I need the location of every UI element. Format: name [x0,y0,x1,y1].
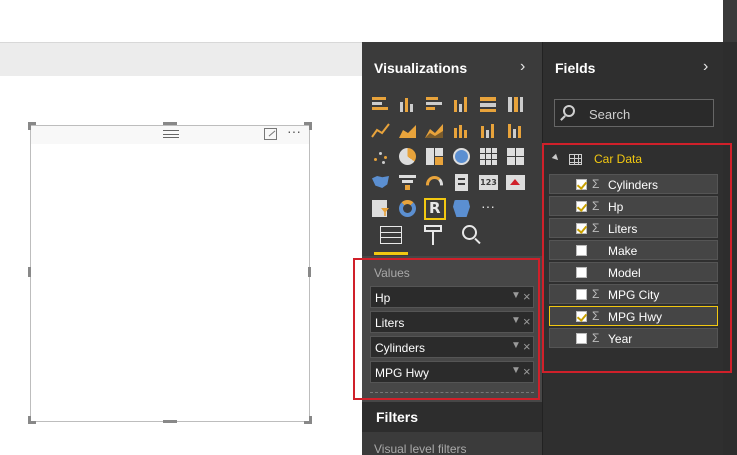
focus-mode-icon[interactable] [264,128,277,140]
more-options-icon[interactable]: ··· [287,123,301,139]
pie-chart-icon[interactable] [397,146,419,168]
search-input[interactable] [589,106,709,122]
table-visual-icon[interactable] [478,146,500,168]
filters-body: Visual level filters [362,432,542,455]
matrix-icon[interactable] [505,146,527,168]
stacked-bar-chart-icon[interactable] [370,94,392,116]
custom-visual-globe-icon[interactable] [451,198,473,220]
collapse-chevron-icon[interactable]: › [703,58,708,76]
scatter-chart-icon[interactable] [370,146,392,168]
100-percent-column-chart-icon[interactable] [505,94,527,116]
active-tab-indicator [374,252,408,255]
treemap-icon[interactable] [424,146,446,168]
fields-search[interactable] [554,99,714,127]
page-tabs-band [0,43,362,76]
ribbon-chart-icon[interactable] [505,120,527,142]
resize-handle-bottom-left[interactable] [28,416,36,424]
resize-handle-right[interactable] [308,267,311,277]
filters-header[interactable]: Filters [362,402,542,432]
visual-header: ··· [31,123,309,144]
window-edge-top [723,0,737,42]
clustered-column-chart-icon[interactable] [451,94,473,116]
resize-handle-top-right[interactable] [304,122,312,130]
resize-handle-top-left[interactable] [28,122,36,130]
line-and-column-chart-icon[interactable] [451,120,473,142]
stacked-area-chart-icon[interactable] [424,120,446,142]
r-script-visual-icon[interactable]: R [424,198,446,220]
more-visuals-icon[interactable]: ··· [478,198,500,220]
visualizations-title: Visualizations [374,60,468,76]
funnel-icon[interactable] [397,172,419,194]
report-visual[interactable]: ··· [30,123,310,422]
pane-tabs [362,218,542,256]
filled-map-icon[interactable] [370,172,392,194]
highlight-box-values [353,258,540,400]
fields-tab-icon[interactable] [380,226,402,244]
visual-level-filters-label: Visual level filters [374,442,467,455]
gauge-icon[interactable] [424,172,446,194]
slicer-icon[interactable] [370,198,392,220]
line-chart-icon[interactable] [370,120,392,142]
format-paint-roller-icon[interactable] [424,225,442,245]
kpi-icon[interactable] [505,172,527,194]
fields-title: Fields [555,60,596,76]
card-icon[interactable]: 123 [478,172,500,194]
drag-grip-icon[interactable] [163,130,179,138]
multi-row-card-icon[interactable] [451,172,473,194]
highlight-box-fields [542,143,732,373]
resize-handle-bottom-right[interactable] [304,416,312,424]
line-and-stacked-column-chart-icon[interactable] [478,120,500,142]
ribbon-area [0,0,723,42]
collapse-chevron-icon[interactable]: › [520,58,525,76]
filters-title: Filters [376,409,419,425]
stacked-column-chart-icon[interactable] [397,94,419,116]
map-icon[interactable] [451,146,473,168]
resize-handle-left[interactable] [28,267,31,277]
area-chart-icon[interactable] [397,120,419,142]
clustered-bar-chart-icon[interactable] [424,94,446,116]
search-icon [563,105,575,117]
resize-handle-top[interactable] [163,122,177,125]
analytics-magnifier-icon[interactable] [462,225,482,245]
donut-chart-icon[interactable] [397,198,419,220]
resize-handle-bottom[interactable] [163,420,177,423]
100-percent-bar-chart-icon[interactable] [478,94,500,116]
